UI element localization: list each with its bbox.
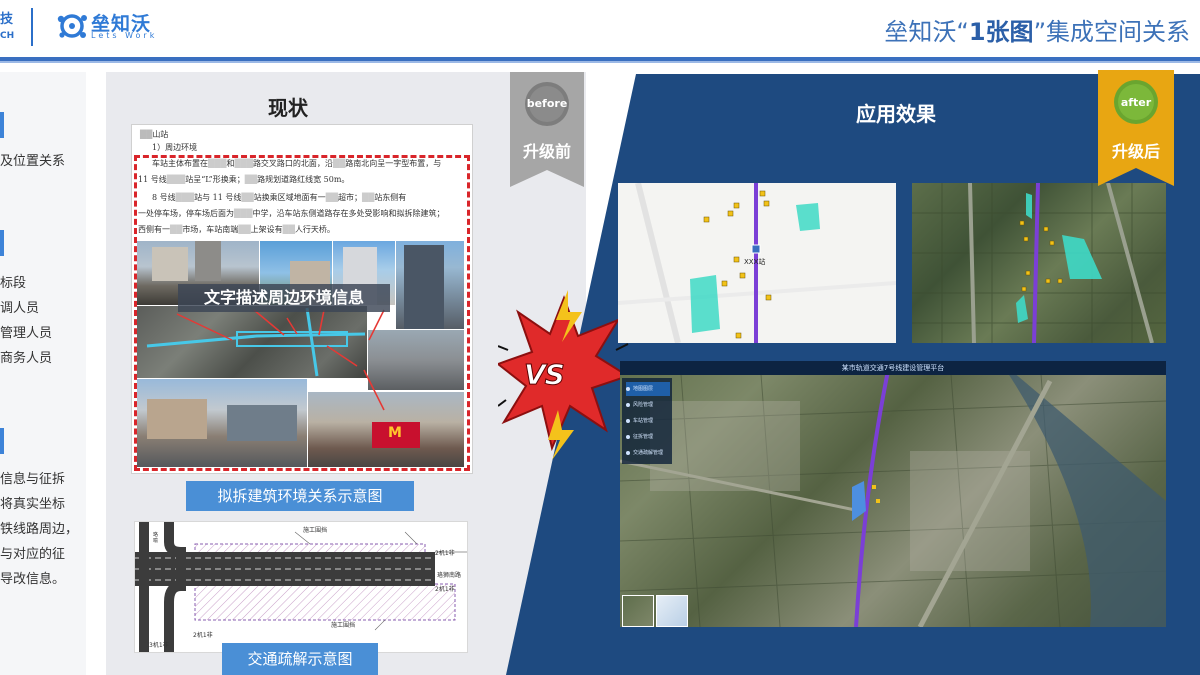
platform-map-drawing	[620, 361, 1166, 627]
traffic-label: 3机1非	[149, 642, 169, 649]
header-divider-light	[0, 61, 1200, 63]
vs-burst-icon	[498, 290, 630, 460]
menu-bullet-icon	[626, 418, 630, 423]
doc-subheading: 1）周边环境	[152, 143, 198, 152]
left-text-panel: 及位置关系 标段 调人员 管理人员 商务人员 信息与征拆 将真实坐标 铁线路周边…	[0, 72, 86, 675]
basemap-thumb-vector[interactable]	[656, 595, 688, 627]
traffic-label: 施工围挡	[331, 622, 356, 629]
menu-bullet-icon	[626, 450, 630, 455]
menu-item-layers[interactable]: 地图图层	[626, 382, 670, 396]
traffic-label: 2机1非	[435, 586, 455, 593]
partner-brand-line1: 技	[0, 12, 14, 27]
traffic-diagram-caption: 交通疏解示意图	[222, 643, 378, 675]
demolition-diagram-caption: 拟拆建筑环境关系示意图	[186, 481, 414, 511]
menu-item-station[interactable]: 车站管理	[626, 414, 670, 428]
page-title-prefix: 垒知沃“	[884, 18, 969, 46]
left-text-line: 与对应的征	[0, 547, 66, 562]
basemap-thumb-satellite[interactable]	[622, 595, 654, 627]
header: 技 CH 垒知沃 Lets Work 垒知沃“1张图”集成空间关系	[0, 0, 1200, 63]
section-marker-1	[0, 112, 4, 138]
logo-tagline: Lets Work	[91, 31, 158, 40]
menu-bullet-icon	[626, 434, 630, 439]
section-marker-3	[0, 428, 4, 454]
platform-side-menu: 地图图层 风险管理 车站管理 征拆管理 交通疏解管理	[622, 378, 672, 464]
menu-item-demolition[interactable]: 征拆管理	[626, 430, 670, 444]
platform-title: 某市轨道交通7号线建设管理平台	[620, 361, 1166, 375]
partner-brand: 技 CH	[0, 12, 14, 44]
traffic-label: 2机1非	[435, 550, 455, 557]
left-text-line: 商务人员	[0, 351, 53, 366]
left-text-line: 导改信息。	[0, 572, 66, 587]
left-text-line: 及位置关系	[0, 154, 66, 169]
menu-item-label: 车站管理	[633, 418, 654, 424]
section-marker-2	[0, 230, 4, 256]
slide: 技 CH 垒知沃 Lets Work 垒知沃“1张图”集成空间关系 及位置关系 …	[0, 0, 1200, 675]
menu-bullet-icon	[626, 402, 630, 407]
vector-map[interactable]: XXX站	[618, 183, 896, 343]
menu-item-label: 地图图层	[633, 386, 654, 392]
traffic-label: 珞狮南路	[437, 572, 462, 579]
left-text-line: 标段	[0, 276, 27, 291]
menu-item-label: 风险管理	[633, 402, 654, 408]
logo-icon	[57, 14, 87, 38]
left-text-line: 信息与征拆	[0, 472, 66, 487]
brand-divider	[31, 8, 33, 46]
after-title: 应用效果	[856, 102, 936, 126]
menu-bullet-icon	[626, 386, 630, 391]
environment-description-label: 文字描述周边环境信息	[178, 284, 390, 312]
page-title: 垒知沃“1张图”集成空间关系	[884, 12, 1190, 47]
page-title-suffix: ”集成空间关系	[1033, 18, 1190, 46]
menu-item-label: 征拆管理	[633, 434, 654, 440]
left-text-line: 将真实坐标	[0, 497, 66, 512]
menu-item-label: 交通疏解管理	[633, 450, 664, 456]
left-text-line: 管理人员	[0, 326, 53, 341]
after-badge: after 升级后	[1098, 70, 1174, 186]
map-station-label: XXX站	[744, 258, 766, 266]
before-title: 现状	[268, 96, 308, 120]
left-text-line: 铁线路周边，	[0, 522, 79, 537]
partner-brand-line2: CH	[0, 31, 15, 41]
after-badge-en: after	[1120, 96, 1152, 109]
menu-item-risk[interactable]: 风险管理	[626, 398, 670, 412]
traffic-diversion-diagram: 施工围挡 施工围挡 2机1非 2机1非 2机1非 3机1非 珞狮南路 珞喻	[134, 521, 468, 653]
doc-heading-text: 山站	[152, 130, 169, 139]
traffic-label: 2机1非	[193, 632, 213, 639]
traffic-diagram-drawing	[135, 522, 467, 652]
menu-item-traffic[interactable]: 交通疏解管理	[626, 446, 670, 460]
traffic-label: 施工围挡	[303, 527, 328, 534]
after-badge-shape	[1098, 70, 1174, 186]
vs-text: VS	[524, 358, 566, 392]
satellite-map-small[interactable]	[912, 183, 1166, 343]
satellite-map-small-drawing	[912, 183, 1166, 343]
traffic-label: 珞喻	[153, 532, 159, 544]
after-badge-cn: 升级后	[1111, 142, 1160, 161]
page-title-strong: 1张图	[968, 18, 1034, 46]
left-text-line: 调人员	[0, 301, 40, 316]
platform-satellite-map[interactable]	[620, 361, 1166, 627]
